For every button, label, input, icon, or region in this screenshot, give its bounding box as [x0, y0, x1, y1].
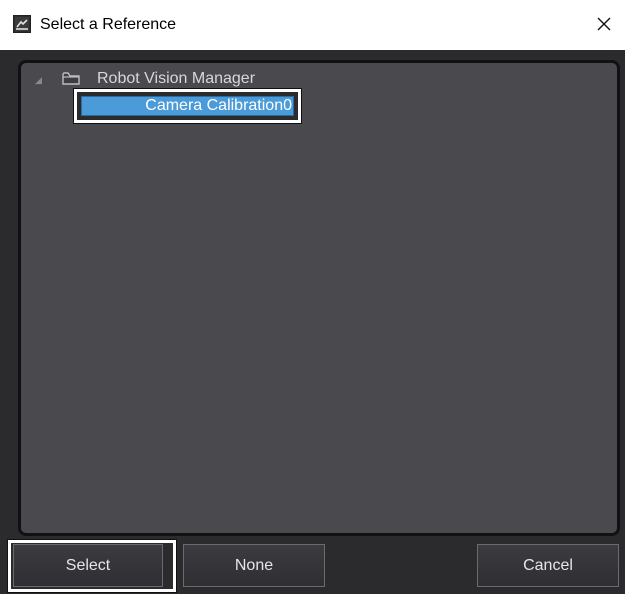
select-button[interactable]: Select: [13, 544, 163, 587]
tree-item-camera-calibration0[interactable]: Camera Calibration0: [81, 96, 294, 116]
selection-highlight-frame: Camera Calibration0: [73, 88, 302, 124]
cancel-button[interactable]: Cancel: [477, 544, 619, 587]
expand-collapse-icon[interactable]: ◢: [35, 75, 42, 85]
window-title: Select a Reference: [40, 16, 177, 33]
app-icon: [13, 15, 31, 33]
select-reference-dialog: Select a Reference ◢ Robot Vision Manage…: [0, 0, 625, 594]
reference-tree[interactable]: ◢ Robot Vision Manager Camera Calibratio…: [18, 60, 620, 536]
tree-item-label: Camera Calibration0: [145, 97, 292, 114]
tree-item-label: Robot Vision Manager: [97, 70, 256, 87]
close-icon: [597, 17, 611, 31]
none-button[interactable]: None: [183, 544, 325, 587]
title-bar: Select a Reference: [0, 0, 625, 50]
close-button[interactable]: [591, 11, 617, 37]
folder-icon: [61, 70, 81, 86]
dialog-body: ◢ Robot Vision Manager Camera Calibratio…: [0, 50, 625, 594]
